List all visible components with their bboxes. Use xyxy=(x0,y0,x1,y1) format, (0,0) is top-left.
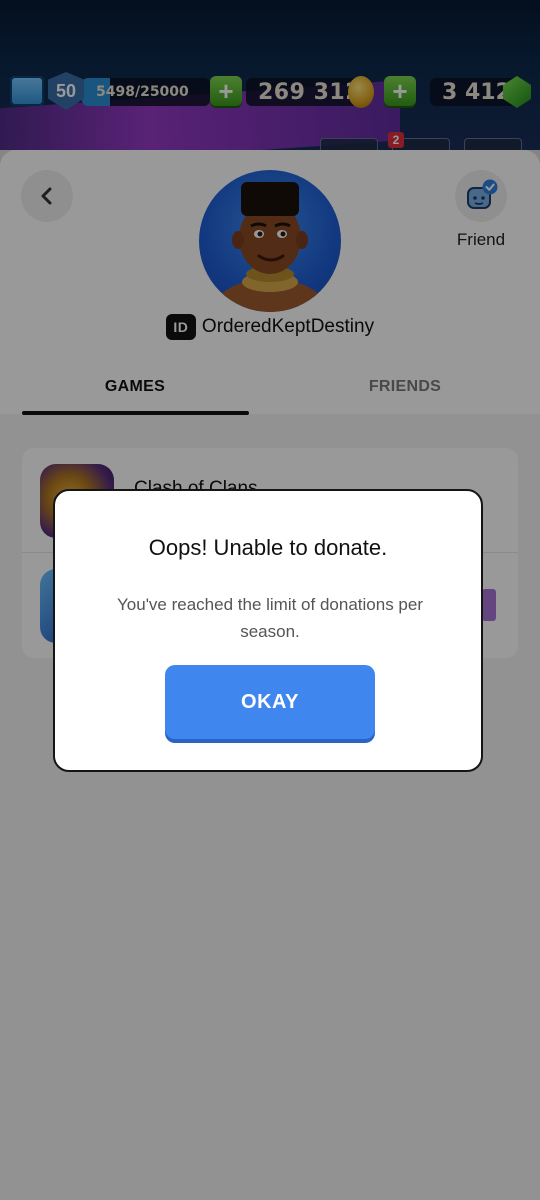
okay-button[interactable]: OKAY xyxy=(165,665,375,739)
dialog-title: Oops! Unable to donate. xyxy=(148,535,388,560)
screen: 5498/25000 50 + 269 312 + 3 412 2 Friend… xyxy=(0,0,540,1200)
dialog-message: You've reached the limit of donations pe… xyxy=(117,595,423,641)
error-dialog: Oops! Unable to donate. You've reached t… xyxy=(53,489,483,772)
